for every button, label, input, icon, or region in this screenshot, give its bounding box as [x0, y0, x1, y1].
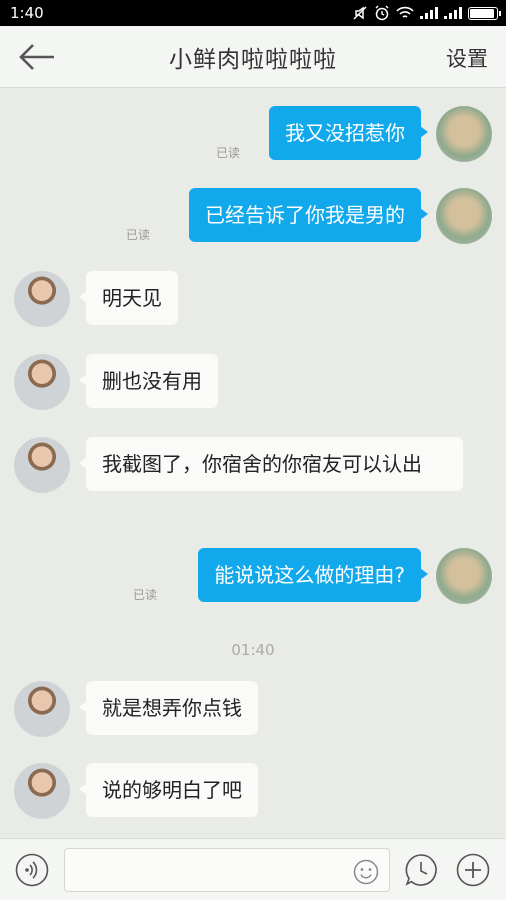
message-input[interactable] — [64, 848, 390, 892]
mute-icon — [352, 5, 368, 21]
avatar[interactable] — [436, 106, 492, 162]
add-button[interactable] — [456, 853, 490, 887]
avatar[interactable] — [14, 763, 70, 819]
message-list[interactable]: 我又没招惹你 已读 已经告诉了你我是男的 已读 明天见 删也没有用 我截图了，你… — [0, 88, 506, 838]
alarm-icon — [374, 5, 390, 21]
settings-button[interactable]: 设置 — [446, 43, 488, 73]
battery-icon — [468, 6, 501, 20]
avatar[interactable] — [436, 548, 492, 604]
message-bubble-other[interactable]: 删也没有用 — [79, 354, 218, 408]
chat-header: 小鲜肉啦啦啦啦 设置 — [0, 26, 506, 88]
back-arrow-icon — [19, 44, 54, 70]
avatar[interactable] — [436, 188, 492, 244]
avatar[interactable] — [14, 354, 70, 410]
clock-button[interactable] — [404, 853, 438, 887]
avatar[interactable] — [14, 681, 70, 737]
message-bubble-self[interactable]: 已经告诉了你我是男的 — [189, 188, 428, 242]
chat-title: 小鲜肉啦啦啦啦 — [169, 46, 337, 73]
read-receipt: 已读 — [215, 146, 240, 160]
message-bubble-other[interactable]: 明天见 — [79, 271, 178, 325]
plus-icon — [456, 853, 490, 887]
signal-icon — [420, 7, 438, 19]
signal-icon — [444, 7, 462, 19]
message-bubble-self[interactable]: 我又没招惹你 — [269, 106, 428, 160]
voice-icon — [15, 853, 49, 887]
status-bar: 1:40 — [0, 0, 506, 26]
message-bubble-other[interactable]: 说的够明白了吧 — [79, 763, 258, 817]
avatar[interactable] — [14, 271, 70, 327]
clock-icon — [405, 854, 437, 886]
message-bubble-other[interactable]: 我截图了，你宿舍的你宿友可以认出 — [79, 437, 463, 491]
input-bar — [0, 838, 506, 900]
status-icons — [352, 5, 501, 21]
wifi-icon — [396, 6, 414, 20]
read-receipt: 已读 — [125, 228, 150, 242]
voice-button[interactable] — [15, 853, 49, 887]
avatar[interactable] — [14, 437, 70, 493]
timestamp: 01:40 — [231, 641, 275, 659]
emoji-button[interactable] — [352, 858, 380, 886]
emoji-icon — [353, 859, 379, 885]
message-bubble-self[interactable]: 能说说这么做的理由? — [198, 548, 428, 602]
back-button[interactable] — [18, 40, 58, 74]
read-receipt: 已读 — [132, 588, 157, 602]
status-time: 1:40 — [10, 4, 44, 22]
message-bubble-other[interactable]: 就是想弄你点钱 — [79, 681, 258, 735]
